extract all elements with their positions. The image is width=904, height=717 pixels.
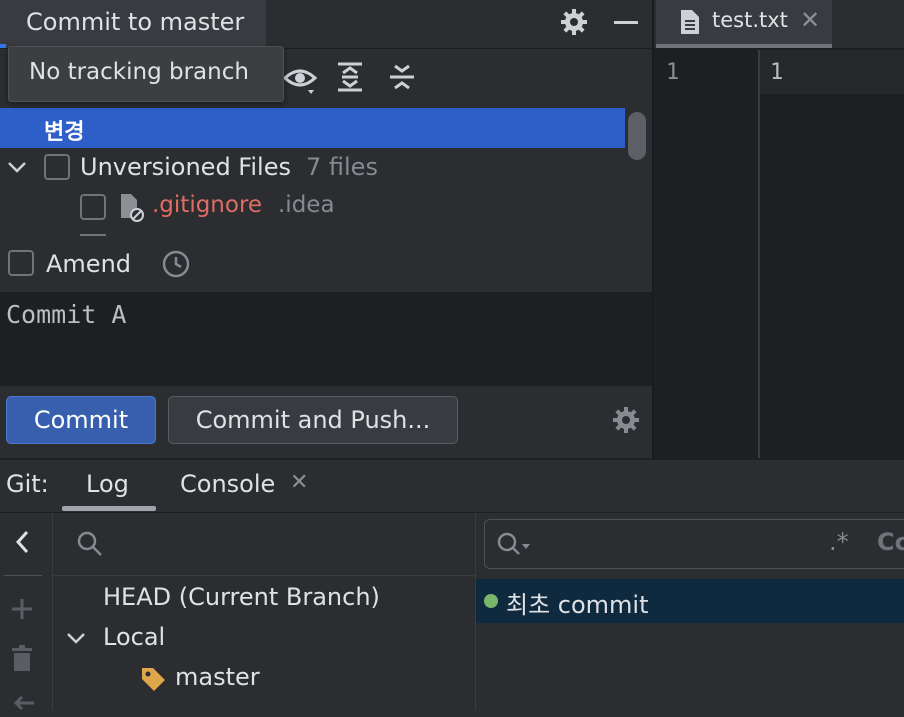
- gitignore-checkbox[interactable]: [80, 194, 106, 220]
- branch-group-local[interactable]: Local: [53, 621, 475, 661]
- changes-scrollbar[interactable]: [628, 112, 646, 160]
- toolbar-separator: [4, 575, 42, 576]
- line-number: 1: [666, 60, 680, 85]
- text-file-icon: [678, 8, 702, 36]
- gear-icon[interactable]: [556, 4, 592, 40]
- amend-row: Amend: [0, 238, 652, 292]
- regex-toggle[interactable]: .*: [829, 528, 849, 556]
- unversioned-files-row[interactable]: Unversioned Files 7 files: [0, 150, 625, 190]
- plus-icon[interactable]: [8, 595, 36, 623]
- eye-icon[interactable]: [282, 60, 318, 98]
- tab-console[interactable]: Console ✕: [170, 460, 320, 512]
- tab-underline: [656, 44, 832, 48]
- search-icon[interactable]: [495, 530, 533, 560]
- commit-message-input[interactable]: Commit A: [0, 292, 652, 386]
- commit-graph-node: [484, 594, 498, 608]
- file-directory: .idea: [278, 192, 335, 218]
- minimize-icon[interactable]: [612, 4, 642, 40]
- commit-message-text: Commit A: [6, 300, 127, 329]
- expand-all-icon[interactable]: [332, 58, 368, 96]
- tab-label: Console: [180, 470, 276, 498]
- active-tab-indicator: [62, 506, 156, 511]
- git-log-panel: .* Cc 최초 commit: [476, 513, 904, 710]
- branch-search-input[interactable]: [53, 513, 475, 576]
- tab-test-txt[interactable]: test.txt ✕: [656, 0, 832, 48]
- commit-button[interactable]: Commit: [6, 396, 156, 444]
- left-diff-pane[interactable]: 1: [654, 50, 760, 458]
- chevron-down-icon[interactable]: [6, 156, 28, 178]
- git-panel-label: Git:: [6, 470, 49, 498]
- file-row-gitignore[interactable]: .gitignore .idea: [0, 192, 625, 232]
- commit-message: 최초 commit: [506, 591, 649, 619]
- branch-label: master: [175, 663, 260, 691]
- unversioned-count: 7 files: [306, 153, 378, 181]
- arrow-left-icon[interactable]: [12, 693, 36, 713]
- branch-row-master[interactable]: master: [53, 661, 475, 701]
- unversioned-checkbox[interactable]: [44, 154, 70, 180]
- line-number: 1: [770, 60, 784, 85]
- git-side-toolbar: [0, 513, 53, 713]
- commit-title-tab[interactable]: Commit to master: [0, 0, 266, 48]
- branch-row-head[interactable]: HEAD (Current Branch): [53, 581, 475, 621]
- gear-icon[interactable]: [608, 402, 644, 438]
- close-icon[interactable]: ✕: [800, 6, 820, 34]
- changes-group-label: 변경: [44, 120, 85, 145]
- tag-icon: [139, 665, 167, 693]
- match-case-toggle[interactable]: Cc: [877, 528, 904, 556]
- changes-tree: 변경 Unversioned Files 7 files .gitignore …: [0, 108, 652, 236]
- commit-actions: Commit Commit and Push...: [0, 386, 652, 458]
- chevron-left-icon[interactable]: [8, 527, 38, 557]
- editor-tab-bar: test.txt ✕: [654, 0, 904, 48]
- commit-row[interactable]: 최초 commit: [476, 579, 904, 623]
- branches-panel: HEAD (Current Branch) Local master: [53, 513, 476, 710]
- collapse-all-icon[interactable]: [384, 58, 420, 96]
- title-accent-bar: [0, 44, 6, 48]
- tab-label: Log: [86, 470, 129, 498]
- file-name: .gitignore: [152, 192, 263, 218]
- search-icon: [75, 529, 105, 559]
- commit-and-push-button[interactable]: Commit and Push...: [168, 396, 458, 444]
- close-icon[interactable]: ✕: [290, 470, 308, 495]
- branch-label: HEAD (Current Branch): [103, 583, 380, 611]
- trash-icon[interactable]: [8, 643, 36, 675]
- log-search-input[interactable]: .* Cc: [484, 519, 904, 569]
- unversioned-label: Unversioned Files: [80, 153, 291, 181]
- chevron-down-icon[interactable]: [65, 627, 87, 649]
- clock-icon[interactable]: [160, 248, 192, 280]
- right-diff-pane[interactable]: 1: [760, 50, 904, 458]
- branch-group-label: Local: [103, 623, 166, 651]
- tab-log[interactable]: Log: [62, 460, 156, 512]
- amend-label[interactable]: Amend: [46, 250, 131, 278]
- git-panel-header: Git: Log Console ✕: [0, 460, 904, 513]
- tooltip: No tracking branch: [8, 46, 284, 102]
- ignored-file-icon: [118, 192, 146, 224]
- commit-panel-title: Commit to master: [26, 8, 245, 36]
- commit-panel-header: Commit to master: [0, 0, 652, 49]
- amend-checkbox[interactable]: [8, 250, 34, 276]
- partial-checkbox[interactable]: [80, 234, 106, 236]
- changes-group-row[interactable]: 변경: [0, 108, 625, 148]
- tab-label: test.txt: [712, 8, 788, 32]
- diff-editor: test.txt ✕ 1 1: [652, 0, 904, 458]
- tooltip-text: No tracking branch: [29, 59, 249, 85]
